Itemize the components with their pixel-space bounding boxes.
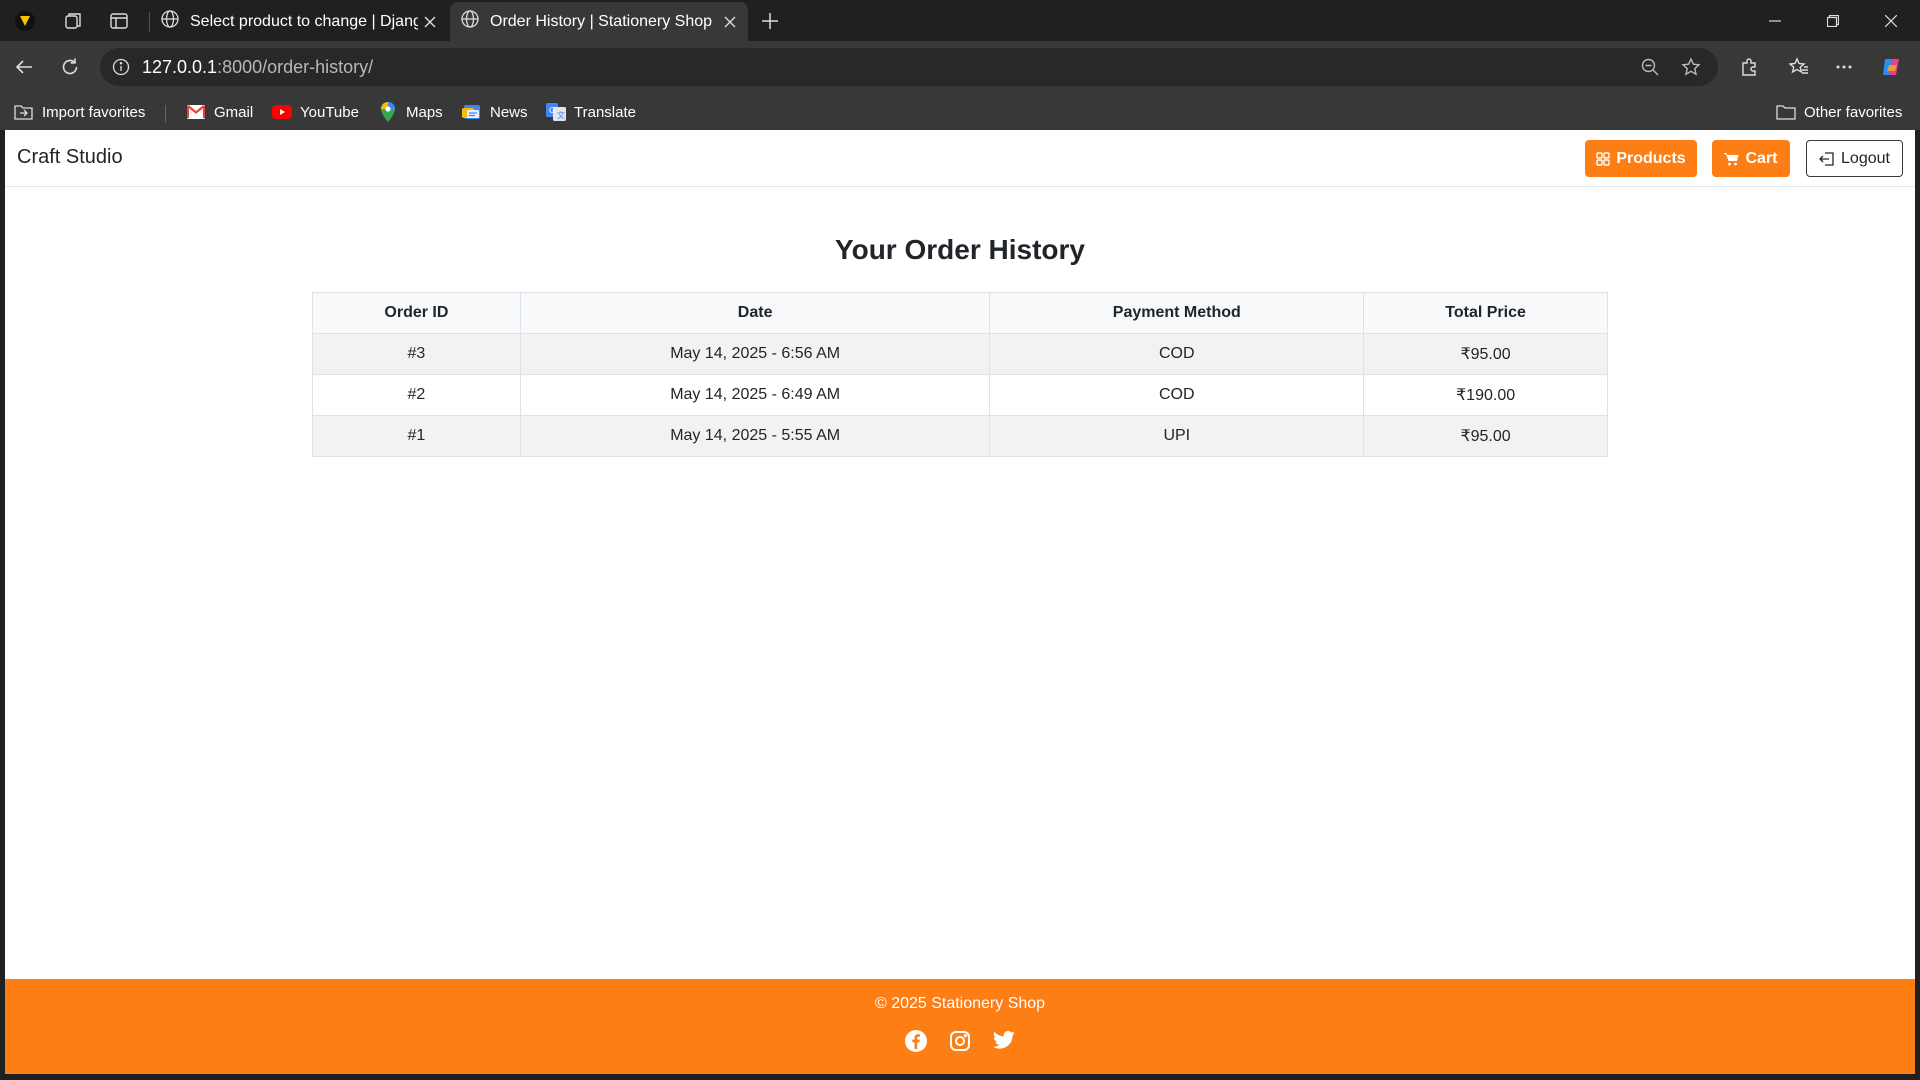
cart-button[interactable]: Cart — [1712, 140, 1790, 177]
logout-label: Logout — [1841, 149, 1890, 167]
new-tab-button[interactable] — [754, 5, 786, 37]
tab-title: Order History | Stationery Shop — [490, 12, 713, 30]
column-header-date: Date — [519, 292, 991, 334]
workspaces-icon[interactable] — [58, 6, 88, 36]
column-header-total-price: Total Price — [1363, 292, 1608, 334]
bookmark-import-favorites[interactable]: Import favorites — [14, 98, 145, 126]
site-info-icon[interactable] — [112, 58, 130, 76]
total-price-cell: ₹190.00 — [1363, 374, 1608, 416]
social-links — [5, 1029, 1915, 1053]
tab-title: Select product to change | Django site a… — [190, 12, 418, 30]
news-icon — [462, 102, 482, 122]
brand-link[interactable]: Craft Studio — [17, 146, 123, 169]
bookmark-label: Other favorites — [1804, 103, 1903, 121]
youtube-icon — [272, 102, 292, 122]
cart-label: Cart — [1745, 149, 1778, 167]
address-bar-row: 127.0.0.1:8000/order-history/ — [0, 41, 1920, 93]
svg-text:文: 文 — [557, 110, 565, 120]
total-price-cell: ₹95.00 — [1363, 333, 1608, 375]
products-label: Products — [1616, 149, 1686, 167]
facebook-icon[interactable] — [904, 1029, 928, 1053]
order-id-cell: #1 — [312, 415, 521, 457]
globe-icon — [160, 9, 180, 34]
payment-method-cell: UPI — [989, 415, 1365, 457]
bookmarks-divider — [165, 105, 166, 123]
tab-django-admin[interactable]: Select product to change | Django site a… — [150, 2, 448, 41]
bookmark-label: YouTube — [300, 103, 359, 121]
svg-text:G: G — [549, 106, 555, 115]
cart-icon — [1724, 152, 1739, 166]
table-row: #1 May 14, 2025 - 5:55 AM UPI ₹95.00 — [312, 415, 1608, 457]
tab-strip: Select product to change | Django site a… — [0, 0, 1920, 41]
site-navbar: Craft Studio Products Cart Logout — [5, 130, 1915, 187]
url-text: 127.0.0.1:8000/order-history/ — [142, 57, 373, 78]
column-header-payment-method: Payment Method — [989, 292, 1365, 334]
bookmark-label: Maps — [406, 103, 443, 121]
grid-icon — [1596, 151, 1611, 166]
folder-icon — [1776, 102, 1796, 122]
instagram-icon[interactable] — [948, 1029, 972, 1053]
date-cell: May 14, 2025 - 6:56 AM — [519, 333, 991, 375]
translate-icon: G文 — [546, 102, 566, 122]
zoom-out-icon[interactable] — [1634, 51, 1666, 83]
globe-icon — [460, 9, 480, 34]
twitter-icon[interactable] — [992, 1029, 1016, 1053]
extensions-icon[interactable] — [1733, 51, 1765, 83]
url-path: :8000/order-history/ — [217, 56, 374, 77]
maps-icon — [378, 102, 398, 122]
minimize-icon[interactable] — [1746, 0, 1804, 41]
close-tab-icon[interactable] — [718, 16, 742, 28]
back-icon[interactable] — [8, 51, 40, 83]
restore-icon[interactable] — [1804, 0, 1862, 41]
tab-order-history[interactable]: Order History | Stationery Shop — [450, 2, 748, 41]
copyright-text: © 2025 Stationery Shop — [874, 995, 1046, 1012]
bookmark-label: Translate — [574, 103, 636, 121]
favorite-star-icon[interactable] — [1675, 51, 1707, 83]
date-cell: May 14, 2025 - 5:55 AM — [519, 415, 991, 457]
bookmark-label: Import favorites — [42, 103, 146, 121]
table-header-row: Order ID Date Payment Method Total Price — [312, 292, 1608, 334]
tab-actions-icon[interactable] — [104, 6, 134, 36]
bookmark-news[interactable]: News — [462, 98, 528, 126]
site-footer: © 2025 Stationery Shop — [5, 979, 1915, 1074]
gmail-icon — [186, 102, 206, 122]
order-id-cell: #3 — [312, 333, 521, 375]
payment-method-cell: COD — [989, 374, 1365, 416]
column-header-order-id: Order ID — [312, 292, 521, 334]
date-cell: May 14, 2025 - 6:49 AM — [519, 374, 991, 416]
bookmark-translate[interactable]: G文 Translate — [546, 98, 636, 126]
payment-method-cell: COD — [989, 333, 1365, 375]
page-viewport: Craft Studio Products Cart Logout Your O… — [5, 130, 1915, 1074]
logout-icon — [1819, 151, 1835, 166]
url-host: 127.0.0.1 — [142, 56, 218, 77]
logout-button[interactable]: Logout — [1806, 140, 1903, 177]
import-icon — [14, 102, 34, 122]
bookmark-maps[interactable]: Maps — [378, 98, 443, 126]
bookmarks-bar: Import favorites Gmail YouTube Maps News… — [0, 93, 1920, 130]
bookmark-other-favorites[interactable]: Other favorites — [1776, 98, 1902, 126]
order-history-table: Order ID Date Payment Method Total Price… — [312, 292, 1608, 457]
table-row: #3 May 14, 2025 - 6:56 AM COD ₹95.00 — [312, 333, 1608, 375]
products-button[interactable]: Products — [1585, 140, 1697, 177]
favorites-icon[interactable] — [1783, 51, 1815, 83]
bookmark-gmail[interactable]: Gmail — [186, 98, 253, 126]
more-options-icon[interactable] — [1828, 51, 1860, 83]
copilot-icon[interactable] — [1876, 51, 1908, 83]
total-price-cell: ₹95.00 — [1363, 415, 1608, 457]
bookmark-youtube[interactable]: YouTube — [272, 98, 359, 126]
bookmark-label: News — [490, 103, 528, 121]
close-tab-icon[interactable] — [418, 16, 442, 28]
table-row: #2 May 14, 2025 - 6:49 AM COD ₹190.00 — [312, 374, 1608, 416]
bookmark-label: Gmail — [214, 103, 254, 121]
address-bar[interactable]: 127.0.0.1:8000/order-history/ — [100, 48, 1718, 86]
profile-icon[interactable] — [10, 6, 40, 36]
close-window-icon[interactable] — [1862, 0, 1920, 41]
page-title: Your Order History — [835, 234, 1085, 265]
order-id-cell: #2 — [312, 374, 521, 416]
reload-icon[interactable] — [54, 51, 86, 83]
